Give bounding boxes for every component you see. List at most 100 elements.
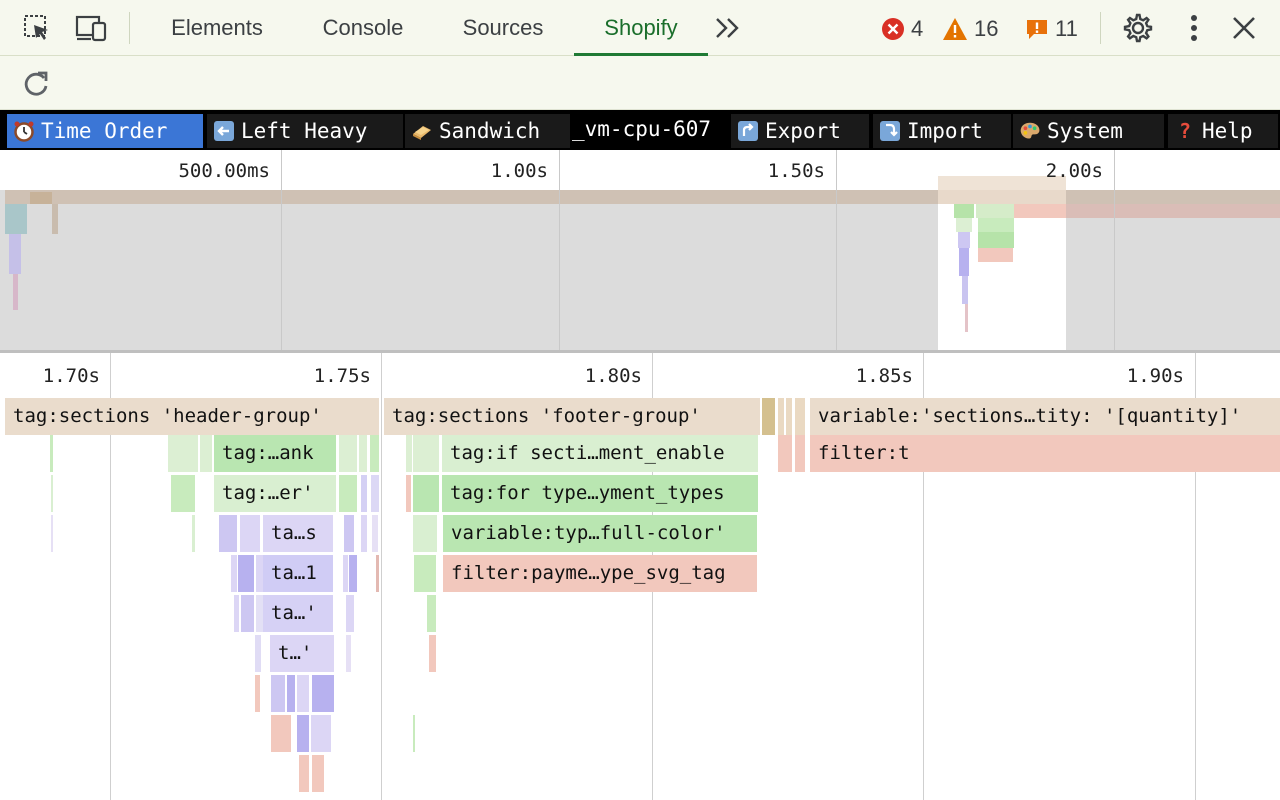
flame-frame[interactable]: tag:sections 'header-group' [5, 398, 379, 435]
overview-tick-label: 500.00ms [178, 160, 270, 182]
help-button[interactable]: ? Help [1168, 114, 1278, 148]
device-toolbar-icon[interactable] [74, 10, 108, 46]
flame-frame[interactable] [413, 435, 439, 472]
inspect-element-icon[interactable] [20, 10, 54, 46]
flame-frame[interactable] [359, 435, 367, 472]
flame-frame[interactable] [231, 555, 237, 592]
flame-frame[interactable]: tag:sections 'footer-group' [384, 398, 760, 435]
tab-elements[interactable]: Elements [158, 0, 276, 56]
more-vertical-icon[interactable] [1178, 12, 1210, 44]
flame-frame[interactable] [346, 595, 354, 632]
close-icon[interactable] [1228, 12, 1260, 44]
export-button[interactable]: Export [731, 114, 869, 148]
flame-frame[interactable] [241, 595, 254, 632]
tab-shopify[interactable]: Shopify [574, 0, 708, 56]
flame-frame[interactable] [343, 555, 348, 592]
flame-frame[interactable] [344, 515, 354, 552]
flame-frame[interactable] [786, 398, 792, 435]
flame-frame[interactable] [271, 675, 285, 712]
overview-frame [976, 204, 1014, 218]
export-label: Export [765, 119, 841, 143]
flame-frame[interactable] [297, 675, 309, 712]
flame-frame[interactable] [219, 515, 237, 552]
error-count-badge[interactable]: 4 [881, 14, 923, 44]
system-theme-button[interactable]: System [1013, 114, 1164, 148]
flame-frame[interactable] [299, 755, 309, 792]
flame-frame[interactable]: tag:…er' [214, 475, 336, 512]
flame-frame[interactable]: tag:…ank [214, 435, 336, 472]
flame-frame[interactable] [371, 475, 379, 512]
flame-frame[interactable] [413, 715, 415, 752]
overview-frame [956, 218, 972, 232]
flame-frame[interactable] [346, 635, 351, 672]
flame-frame[interactable] [287, 675, 295, 712]
flame-frame[interactable]: tag:for type…yment_types [442, 475, 758, 512]
flame-frame[interactable] [50, 435, 53, 472]
import-button[interactable]: Import [873, 114, 1011, 148]
flame-frame[interactable] [370, 435, 379, 472]
import-icon [879, 120, 901, 142]
flame-frame[interactable] [406, 435, 412, 472]
flame-frame[interactable] [361, 475, 367, 512]
overview-gridline [1114, 150, 1115, 352]
flame-frame[interactable] [171, 475, 195, 512]
flame-frame[interactable] [255, 675, 260, 712]
flamegraph-overview[interactable]: 500.00ms 1.00s 1.50s 2.00s [0, 150, 1280, 352]
warning-count-badge[interactable]: 16 [942, 14, 998, 44]
left-heavy-button[interactable]: Left Heavy [207, 114, 403, 148]
tab-console[interactable]: Console [308, 0, 418, 56]
flame-frame[interactable] [361, 515, 367, 552]
flame-frame[interactable] [376, 555, 379, 592]
flame-frame[interactable] [414, 555, 436, 592]
flame-frame[interactable]: filter:t [810, 435, 1280, 472]
flame-frame[interactable] [795, 435, 805, 472]
flame-frame[interactable]: t…' [270, 635, 334, 672]
flame-frame[interactable]: tag:if secti…ment_enable [442, 435, 758, 472]
overview-frame [52, 204, 58, 234]
sandwich-button[interactable]: Sandwich [405, 114, 570, 148]
flame-frame[interactable] [51, 475, 53, 512]
flame-frame[interactable] [372, 515, 378, 552]
double-chevron-right-icon[interactable] [713, 14, 743, 42]
flame-frame[interactable] [312, 675, 334, 712]
flame-frame[interactable] [349, 555, 357, 592]
flame-frame[interactable] [200, 435, 212, 472]
time-order-button[interactable]: Time Order [7, 114, 203, 148]
flame-frame[interactable] [795, 398, 805, 435]
issue-count-badge[interactable]: 11 [1025, 14, 1078, 44]
flame-frame[interactable] [255, 635, 261, 672]
flame-frame[interactable] [339, 475, 357, 512]
flame-frame[interactable] [413, 515, 437, 552]
flame-frame[interactable] [762, 398, 775, 435]
flame-frame[interactable]: variable:'sections…tity: '[quantity]' [810, 398, 1280, 435]
flame-frame[interactable]: variable:typ…full-color' [443, 515, 757, 552]
flame-tick-label: 1.85s [855, 365, 913, 387]
flame-frame[interactable]: ta…' [263, 595, 333, 632]
flame-chart[interactable]: 1.70s 1.75s 1.80s 1.85s 1.90s tag:sectio… [0, 353, 1280, 800]
flame-frame[interactable] [271, 715, 291, 752]
flame-frame[interactable] [778, 435, 792, 472]
flame-frame[interactable]: ta…s [263, 515, 333, 552]
flame-frame[interactable] [234, 595, 239, 632]
flame-frame[interactable] [312, 755, 324, 792]
flame-frame[interactable] [168, 435, 198, 472]
flame-frame[interactable] [192, 515, 195, 552]
toolbar-divider [1100, 12, 1101, 44]
flame-frame[interactable]: ta…1 [263, 555, 333, 592]
flame-frame[interactable] [778, 398, 784, 435]
flame-frame[interactable] [429, 635, 436, 672]
reload-icon[interactable] [22, 70, 50, 98]
flame-frame[interactable]: filter:payme…ype_svg_tag [443, 555, 757, 592]
flame-frame[interactable] [427, 595, 436, 632]
flame-frame[interactable] [297, 715, 309, 752]
flame-frame[interactable] [240, 515, 260, 552]
flame-frame[interactable] [311, 715, 331, 752]
flame-frame[interactable] [339, 435, 357, 472]
tab-sources[interactable]: Sources [448, 0, 558, 56]
flame-frame[interactable] [406, 475, 411, 512]
flame-frame[interactable] [238, 555, 254, 592]
flame-frame[interactable] [51, 515, 53, 552]
gear-icon[interactable] [1122, 12, 1154, 44]
flame-frame[interactable] [413, 475, 439, 512]
system-label: System [1047, 119, 1123, 143]
